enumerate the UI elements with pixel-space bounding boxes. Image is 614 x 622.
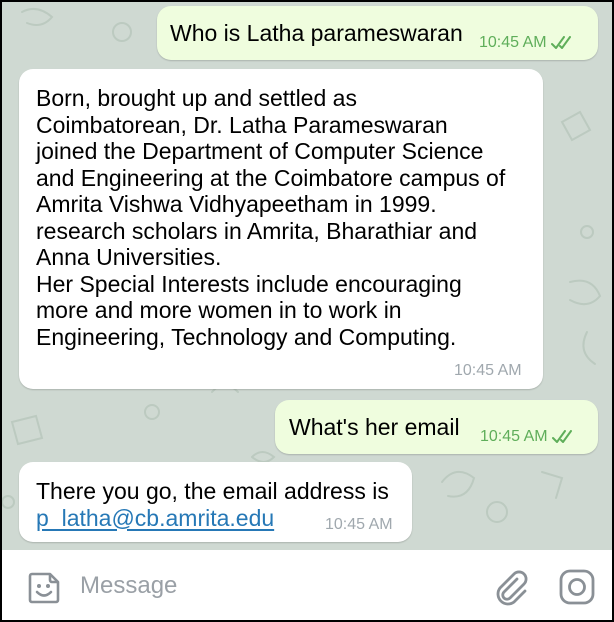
message-line: There you go, the email address is — [36, 478, 389, 504]
sticker-emoji-icon[interactable] — [26, 570, 62, 606]
outgoing-message[interactable]: Who is Latha parameswaran 10:45 AM — [157, 6, 598, 60]
message-line: joined the Department of Computer Scienc… — [36, 138, 484, 164]
message-meta: 10:45 AM — [454, 362, 522, 380]
message-time: 10:45 AM — [454, 362, 522, 379]
message-text: Who is Latha parameswaran — [170, 20, 463, 46]
message-line: Her Special Interests include encouragin… — [36, 270, 462, 297]
message-meta: 10:45 AM — [480, 428, 576, 446]
paperclip-icon[interactable] — [490, 567, 530, 607]
message-time: 10:45 AM — [325, 516, 393, 533]
message-input[interactable] — [80, 566, 470, 606]
message-meta: 10:45 AM — [325, 516, 393, 534]
message-time: 10:45 AM — [480, 428, 548, 445]
message-composer — [2, 550, 612, 620]
outgoing-message[interactable]: What's her email 10:45 AM — [275, 400, 598, 454]
message-line: research scholars in Amrita, Bharathiar … — [36, 217, 478, 244]
message-line: Anna Universities. — [36, 244, 222, 270]
message-meta: 10:45 AM — [479, 34, 575, 52]
camera-icon[interactable] — [558, 568, 596, 606]
message-text: Born, brought up and settled as Coimbator… — [36, 85, 505, 350]
double-check-icon — [550, 36, 571, 49]
message-line: Coimbatorean, Dr. Latha Parameswaran — [36, 111, 448, 138]
message-line: Engineering, Technology and Computing. — [36, 323, 457, 350]
message-line: more and more women in to work in — [36, 297, 402, 323]
incoming-message[interactable]: Born, brought up and settled as Coimbator… — [19, 69, 543, 389]
message-line: and Engineering at the Coimbatore campus… — [36, 164, 506, 191]
chat-window: Who is Latha parameswaran 10:45 AM Born,… — [0, 0, 614, 622]
message-time: 10:45 AM — [479, 34, 547, 51]
message-text: What's her email — [289, 414, 460, 440]
email-link[interactable]: p_latha@cb.amrita.edu — [36, 505, 274, 531]
incoming-message[interactable]: There you go, the email address is p_lat… — [19, 462, 412, 542]
message-list[interactable]: Who is Latha parameswaran 10:45 AM Born,… — [2, 2, 612, 550]
message-line: Born, brought up and settled as — [36, 85, 357, 111]
message-line: Amrita Vishwa Vidhyapeetham in 1999. — [36, 191, 437, 217]
double-check-icon — [551, 430, 572, 443]
